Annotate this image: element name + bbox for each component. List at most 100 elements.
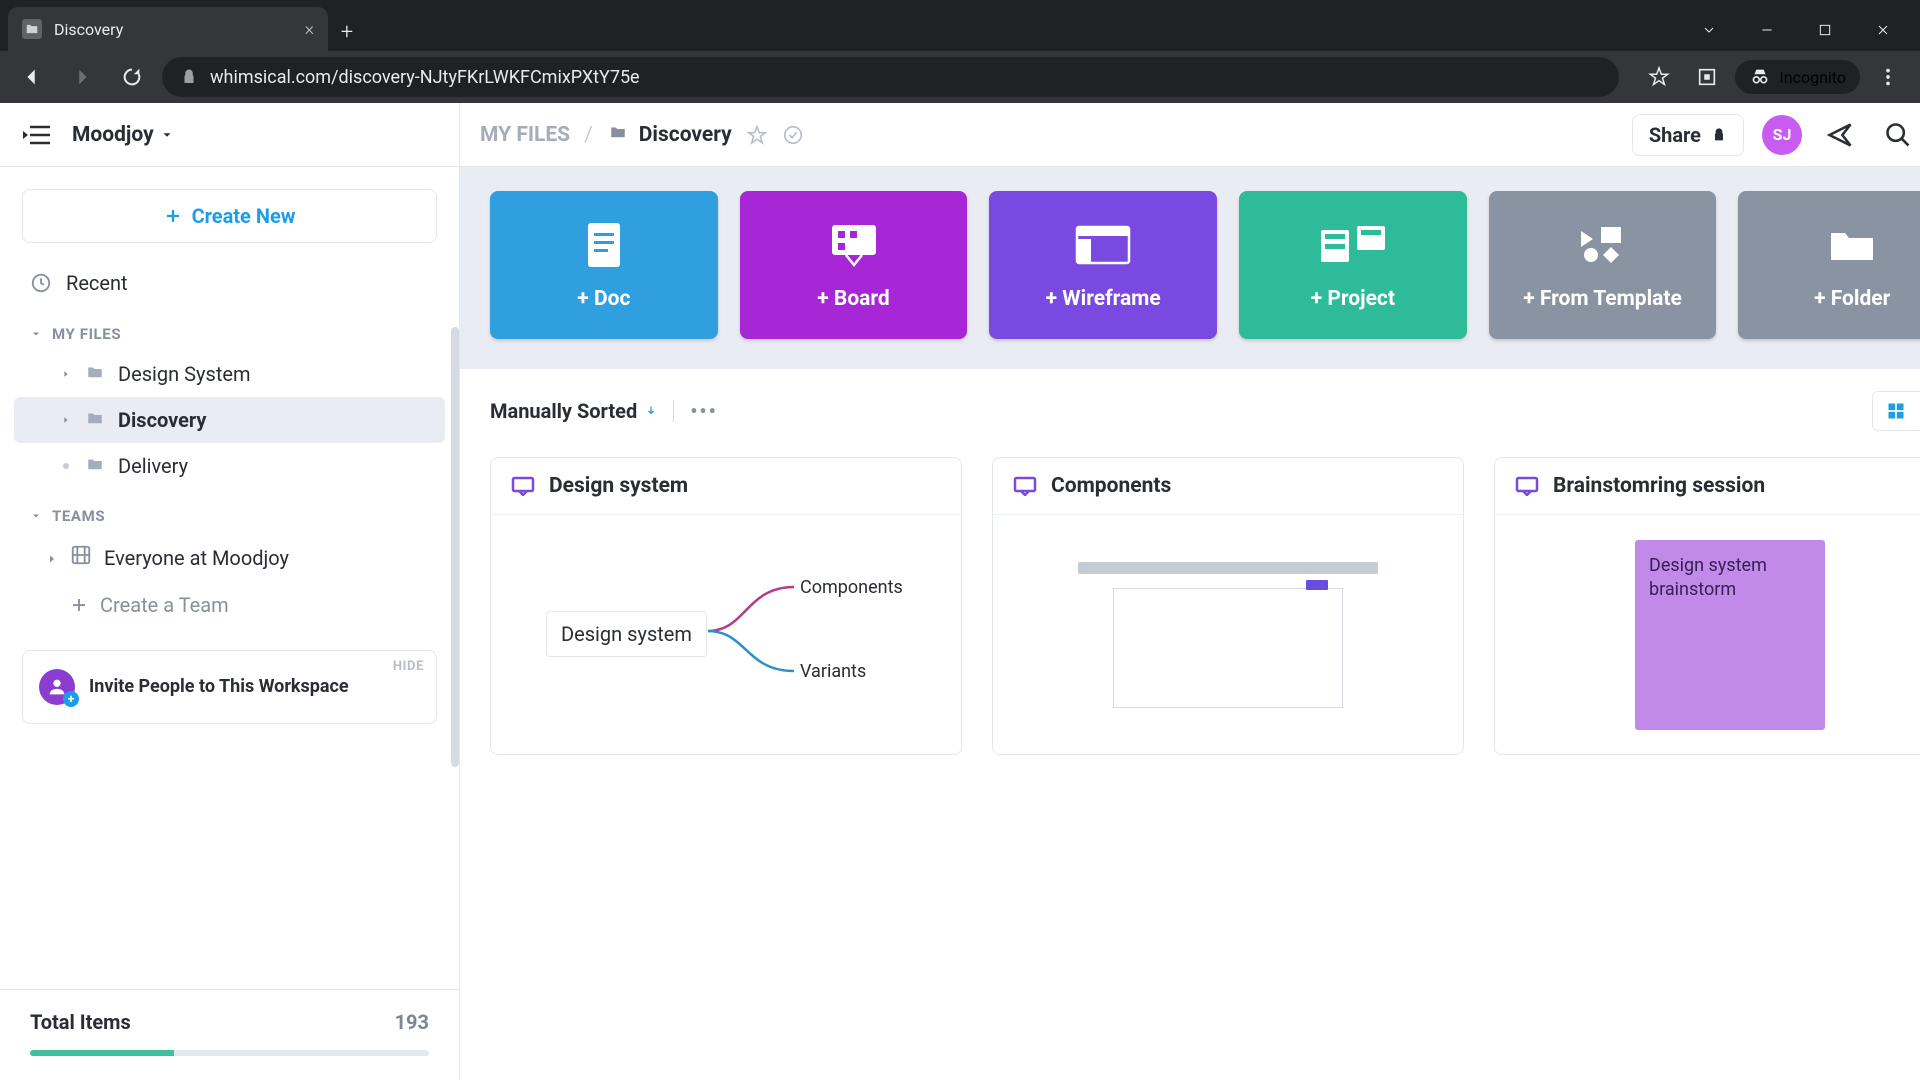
create-card-label: + Board [817, 287, 889, 311]
incognito-icon [1749, 66, 1771, 88]
window-close-button[interactable] [1854, 9, 1912, 51]
create-card-label: + Doc [577, 287, 630, 311]
create-new-button[interactable]: Create New [22, 189, 437, 243]
sidebar-toggle-button[interactable] [20, 118, 54, 152]
window-maximize-button[interactable] [1796, 9, 1854, 51]
tree-item-delivery[interactable]: Delivery [14, 443, 445, 489]
chevron-down-icon [30, 328, 42, 340]
tab-search-button[interactable] [1680, 9, 1738, 51]
breadcrumb-root[interactable]: MY FILES [480, 123, 570, 147]
invite-avatar-icon: + [39, 669, 75, 705]
create-team-label: Create a Team [100, 593, 229, 617]
create-new-label: Create New [192, 204, 296, 228]
folder-icon [84, 362, 106, 386]
breadcrumb-separator: / [584, 123, 593, 147]
sidebar-scrollbar[interactable] [451, 327, 459, 767]
window-minimize-button[interactable] [1738, 9, 1796, 51]
team-icon [70, 544, 92, 571]
folder-icon [607, 123, 629, 147]
mindmap-branch: Components [800, 577, 903, 598]
sort-label-text: Manually Sorted [490, 399, 637, 423]
browser-address-bar[interactable]: whimsical.com/discovery-NJtyFKrLWKFCmixP… [162, 57, 1619, 97]
sidebar-my-files-section[interactable]: MY FILES [0, 307, 459, 351]
create-board-button[interactable]: + Board [740, 191, 968, 339]
workspace-dropdown[interactable]: Moodjoy [72, 123, 174, 147]
arrow-down-icon [645, 404, 657, 418]
total-items-label: Total Items [30, 1010, 131, 1034]
project-icon [1317, 219, 1389, 271]
bookmark-icon[interactable] [1639, 57, 1679, 97]
share-button[interactable]: Share [1632, 114, 1744, 156]
create-team-button[interactable]: Create a Team [0, 582, 459, 628]
tree-item-discovery[interactable]: Discovery [14, 397, 445, 443]
workspace-name: Moodjoy [72, 123, 154, 147]
share-label: Share [1649, 123, 1701, 147]
create-from-template-button[interactable]: + From Template [1489, 191, 1717, 339]
extensions-icon[interactable] [1687, 57, 1727, 97]
browser-tab-bar: Discovery × + [0, 0, 1920, 51]
invite-people-card[interactable]: HIDE + Invite People to This Workspace [22, 650, 437, 724]
file-preview [993, 515, 1463, 754]
my-files-label: MY FILES [52, 325, 121, 343]
sidebar-recent[interactable]: Recent [0, 259, 459, 307]
mindmap-root: Design system [546, 611, 707, 657]
sidebar-footer: Total Items 193 [0, 989, 459, 1080]
create-project-button[interactable]: + Project [1239, 191, 1467, 339]
chevron-down-icon [160, 128, 174, 142]
file-card-design-system[interactable]: Design system Design system Components V… [490, 457, 962, 755]
create-type-row: + Doc + Board + Wireframe + Project + Fr… [460, 167, 1920, 369]
browser-tab[interactable]: Discovery × [8, 7, 328, 51]
sidebar-teams-section[interactable]: TEAMS [0, 489, 459, 533]
teams-label: TEAMS [52, 507, 105, 525]
chevron-down-icon [30, 510, 42, 522]
create-card-label: + Project [1311, 287, 1395, 311]
recent-label: Recent [66, 271, 128, 295]
star-icon[interactable] [746, 124, 768, 146]
folder-icon [1827, 219, 1877, 271]
incognito-label: Incognito [1779, 68, 1846, 87]
sort-more-button[interactable]: ••• [690, 399, 718, 423]
list-toolbar: Manually Sorted ••• [460, 369, 1920, 453]
caret-right-icon[interactable] [60, 368, 72, 380]
user-avatar[interactable]: SJ [1762, 115, 1802, 155]
browser-back-button[interactable] [12, 57, 52, 97]
page-header: MY FILES / Discovery Share SJ [460, 103, 1920, 167]
view-toggle [1872, 391, 1920, 431]
caret-right-icon[interactable] [60, 414, 72, 426]
template-icon [1575, 219, 1631, 271]
invite-title: Invite People to This Workspace [89, 675, 349, 699]
create-card-label: + From Template [1523, 287, 1682, 311]
url-text: whimsical.com/discovery-NJtyFKrLWKFCmixP… [210, 67, 640, 88]
clock-icon [30, 272, 52, 294]
send-icon[interactable] [1820, 115, 1860, 155]
grid-view-button[interactable] [1873, 392, 1919, 430]
breadcrumb-current: Discovery [639, 123, 732, 147]
doc-icon [584, 219, 624, 271]
tree-item-design-system[interactable]: Design System [14, 351, 445, 397]
incognito-badge[interactable]: Incognito [1735, 60, 1860, 94]
file-title: Design system [549, 474, 688, 498]
close-tab-icon[interactable]: × [305, 19, 314, 40]
team-label: Everyone at Moodjoy [104, 546, 289, 570]
browser-reload-button[interactable] [112, 57, 152, 97]
file-card-components[interactable]: Components [992, 457, 1464, 755]
team-item-everyone[interactable]: Everyone at Moodjoy [0, 533, 459, 582]
browser-menu-icon[interactable] [1868, 57, 1908, 97]
file-card-brainstorm[interactable]: Brainstomring session Design system brai… [1494, 457, 1920, 755]
invite-hide-button[interactable]: HIDE [393, 659, 424, 674]
sort-dropdown[interactable]: Manually Sorted [490, 399, 657, 423]
check-circle-icon[interactable] [782, 124, 804, 146]
create-wireframe-button[interactable]: + Wireframe [989, 191, 1217, 339]
caret-right-icon[interactable] [46, 546, 58, 570]
create-card-label: + Folder [1814, 287, 1890, 311]
create-card-label: + Wireframe [1046, 287, 1161, 311]
browser-forward-button[interactable] [62, 57, 102, 97]
create-doc-button[interactable]: + Doc [490, 191, 718, 339]
usage-progress [30, 1050, 429, 1056]
presentation-icon [511, 476, 535, 496]
search-icon[interactable] [1878, 115, 1918, 155]
create-folder-button[interactable]: + Folder [1738, 191, 1920, 339]
file-title: Brainstomring session [1553, 474, 1765, 498]
new-tab-button[interactable]: + [328, 13, 366, 51]
folder-icon [84, 454, 106, 478]
